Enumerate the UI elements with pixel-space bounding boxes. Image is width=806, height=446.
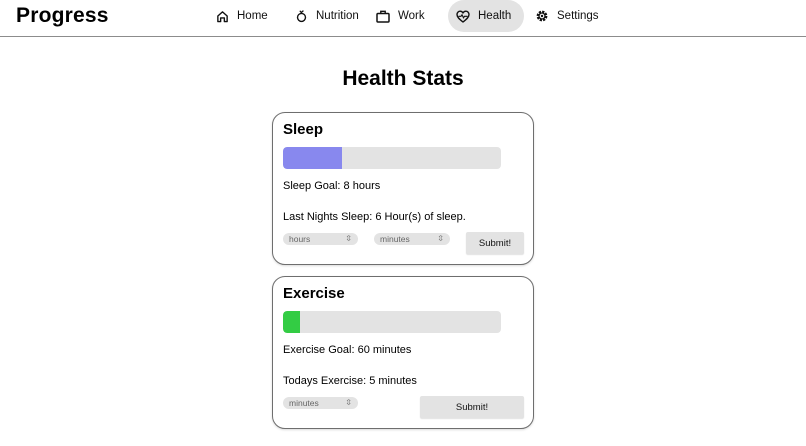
nav-item-home[interactable]: Home (215, 0, 268, 32)
nav-item-health[interactable]: Health (448, 0, 525, 32)
sleep-hours-placeholder: hours (289, 234, 311, 244)
sleep-progress-bar (283, 147, 501, 169)
briefcase-icon (376, 9, 390, 23)
exercise-minutes-select[interactable]: minutes ⇳ (283, 397, 358, 409)
exercise-progress-bar (283, 311, 501, 333)
home-icon (215, 9, 229, 23)
sleep-progress-fill (283, 147, 342, 169)
chevron-up-down-icon: ⇳ (437, 234, 444, 243)
apple-icon (294, 9, 308, 23)
nav-item-work[interactable]: Work (376, 0, 425, 32)
sleep-minutes-select[interactable]: minutes ⇳ (374, 233, 450, 245)
exercise-progress-fill (283, 311, 301, 333)
sleep-hours-select[interactable]: hours ⇳ (283, 233, 358, 245)
exercise-card-title: Exercise (283, 285, 345, 302)
chevron-up-down-icon: ⇳ (345, 234, 352, 243)
nav-item-label: Settings (557, 10, 599, 22)
sleep-last-text: Last Nights Sleep: 6 Hour(s) of sleep. (283, 211, 466, 223)
exercise-minutes-placeholder: minutes (289, 398, 319, 408)
app-brand: Progress (16, 4, 109, 27)
exercise-card: Exercise Exercise Goal: 60 minutes Today… (272, 276, 534, 429)
chevron-up-down-icon: ⇳ (345, 398, 352, 407)
nav-item-nutrition[interactable]: Nutrition (294, 0, 359, 32)
gear-icon (535, 9, 549, 23)
nav-item-settings[interactable]: Settings (535, 0, 599, 32)
sleep-minutes-placeholder: minutes (380, 234, 410, 244)
nav-item-label: Work (398, 10, 425, 22)
nav-item-label: Health (478, 10, 512, 22)
sleep-goal-text: Sleep Goal: 8 hours (283, 180, 381, 192)
exercise-goal-text: Exercise Goal: 60 minutes (283, 344, 412, 356)
exercise-submit-button[interactable]: Submit! (420, 396, 524, 418)
top-nav-bar: Progress Home Nutrition Work Health Sett… (0, 0, 806, 37)
page-title: Health Stats (342, 67, 464, 90)
nav-item-label: Nutrition (316, 10, 359, 22)
exercise-today-text: Todays Exercise: 5 minutes (283, 375, 417, 387)
heart-pulse-icon (456, 9, 470, 23)
sleep-card-title: Sleep (283, 121, 324, 138)
sleep-submit-button[interactable]: Submit! (466, 232, 524, 254)
sleep-card: Sleep Sleep Goal: 8 hours Last Nights Sl… (272, 112, 534, 265)
nav-item-label: Home (237, 10, 268, 22)
